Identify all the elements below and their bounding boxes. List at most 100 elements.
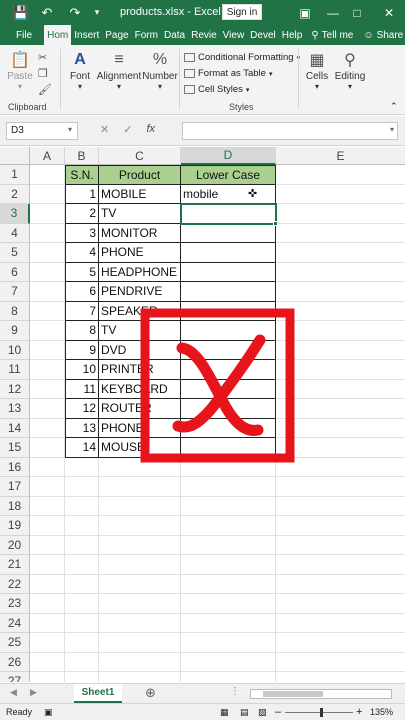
cell-b16[interactable] <box>65 457 99 477</box>
cell-c14[interactable]: PHONE <box>99 418 181 438</box>
cell-a13[interactable] <box>30 399 65 419</box>
cell-a17[interactable] <box>30 477 65 497</box>
page-layout-icon[interactable]: ▤ <box>240 707 249 718</box>
customize-toolbar-icon[interactable]: ▾ <box>86 0 108 25</box>
cell-e22[interactable] <box>276 575 405 594</box>
scroll-left-icon[interactable]: ◀ <box>10 687 17 698</box>
cell-b19[interactable] <box>65 516 99 536</box>
row-header[interactable]: 9 <box>0 321 30 341</box>
column-header-c[interactable]: C <box>99 147 181 165</box>
row-header[interactable]: 20 <box>0 535 30 555</box>
autosave-icon[interactable]: 💾 <box>10 0 32 25</box>
row-header[interactable]: 13 <box>0 399 30 419</box>
tab-home[interactable]: Hom <box>44 25 72 45</box>
row-header[interactable]: 2 <box>0 184 30 204</box>
collapse-ribbon-icon[interactable]: ⌃ <box>390 101 398 112</box>
cell-b5[interactable]: 4 <box>65 243 99 263</box>
cell-c11[interactable]: PRINTER <box>99 360 181 380</box>
cell-c15[interactable]: MOUSE <box>99 438 181 458</box>
cell-d18[interactable] <box>181 496 276 516</box>
row-header[interactable]: 19 <box>0 516 30 536</box>
cell-a16[interactable] <box>30 457 65 477</box>
cell-d8[interactable] <box>181 301 276 321</box>
column-header-e[interactable]: E <box>276 147 405 165</box>
row-header[interactable]: 22 <box>0 574 30 594</box>
cell-c25[interactable] <box>99 633 181 653</box>
tab-insert[interactable]: Insert <box>71 25 102 45</box>
expand-formula-icon[interactable]: ▾ <box>390 125 394 134</box>
scroll-thumb[interactable] <box>263 691 323 697</box>
tab-file[interactable]: File <box>0 25 44 45</box>
cell-c4[interactable]: MONITOR <box>99 223 181 243</box>
cell-b8[interactable]: 7 <box>65 301 99 321</box>
cell-d12[interactable] <box>181 379 276 399</box>
cell-c2[interactable]: MOBILE <box>99 184 181 204</box>
column-header-d[interactable]: D <box>181 147 276 165</box>
cell-e5[interactable] <box>276 243 405 263</box>
cell-e11[interactable] <box>276 360 405 380</box>
cell-c7[interactable]: PENDRIVE <box>99 282 181 302</box>
cell-d26[interactable] <box>181 652 276 672</box>
cell-e2[interactable] <box>276 185 405 204</box>
worksheet-grid[interactable]: A B C D E 1 S.N. Product Lower Case 2 1 MOBILE mobil… <box>0 147 405 682</box>
cell-e1[interactable] <box>276 165 405 185</box>
font-button[interactable]: A Font ▾ <box>66 49 94 91</box>
paste-button[interactable]: 📋 Paste ▾ <box>6 49 34 91</box>
format-painter-icon[interactable]: 🖌 <box>38 83 52 96</box>
cell-a12[interactable] <box>30 379 65 399</box>
cell-a2[interactable] <box>30 184 65 204</box>
cell-c1[interactable]: Product <box>99 165 181 185</box>
cell-a23[interactable] <box>30 594 65 614</box>
zoom-out-icon[interactable]: – <box>275 706 281 718</box>
cell-e7[interactable] <box>276 282 405 302</box>
cell-b1[interactable]: S.N. <box>65 165 99 185</box>
cell-c12[interactable]: KEYBOARD <box>99 379 181 399</box>
row-header[interactable]: 27 <box>0 672 30 682</box>
cell-b4[interactable]: 3 <box>65 223 99 243</box>
cell-b23[interactable] <box>65 594 99 614</box>
cell-d22[interactable] <box>181 574 276 594</box>
cell-d15[interactable] <box>181 438 276 458</box>
cell-e12[interactable] <box>276 380 405 399</box>
cell-b6[interactable]: 5 <box>65 262 99 282</box>
row-header[interactable]: 5 <box>0 243 30 263</box>
cell-c24[interactable] <box>99 613 181 633</box>
chevron-down-icon[interactable]: ▾ <box>68 125 72 134</box>
cell-c6[interactable]: HEADPHONE <box>99 262 181 282</box>
cell-e27[interactable] <box>276 672 405 682</box>
ribbon-display-icon[interactable]: ▣ <box>292 0 318 25</box>
cell-a15[interactable] <box>30 438 65 458</box>
cell-e3[interactable] <box>276 204 405 224</box>
row-header[interactable]: 11 <box>0 360 30 380</box>
conditional-formatting-button[interactable]: Conditional Formatting ▾ <box>184 52 300 63</box>
cell-a18[interactable] <box>30 496 65 516</box>
cell-c27[interactable] <box>99 672 181 682</box>
add-sheet-icon[interactable]: ⊕ <box>145 685 156 701</box>
cell-d7[interactable] <box>181 282 276 302</box>
cell-b12[interactable]: 11 <box>65 379 99 399</box>
cell-d11[interactable] <box>181 360 276 380</box>
cell-a6[interactable] <box>30 262 65 282</box>
cell-d14[interactable] <box>181 418 276 438</box>
row-header[interactable]: 8 <box>0 301 30 321</box>
cell-d17[interactable] <box>181 477 276 497</box>
cell-c10[interactable]: DVD <box>99 340 181 360</box>
cell-d25[interactable] <box>181 633 276 653</box>
row-header[interactable]: 16 <box>0 457 30 477</box>
cell-d13[interactable] <box>181 399 276 419</box>
select-all-corner[interactable] <box>0 147 30 165</box>
cell-c3[interactable]: TV <box>99 204 181 224</box>
cell-c19[interactable] <box>99 516 181 536</box>
cells-button[interactable]: ▦ Cells ▾ <box>303 49 331 91</box>
editing-button[interactable]: ⚲ Editing ▾ <box>333 49 367 91</box>
cell-c23[interactable] <box>99 594 181 614</box>
cell-a14[interactable] <box>30 418 65 438</box>
row-header[interactable]: 18 <box>0 496 30 516</box>
cell-b13[interactable]: 12 <box>65 399 99 419</box>
row-header[interactable]: 17 <box>0 477 30 497</box>
row-header[interactable]: 24 <box>0 613 30 633</box>
cell-a9[interactable] <box>30 321 65 341</box>
row-header[interactable]: 3 <box>0 204 30 224</box>
row-header[interactable]: 23 <box>0 594 30 614</box>
cell-b7[interactable]: 6 <box>65 282 99 302</box>
